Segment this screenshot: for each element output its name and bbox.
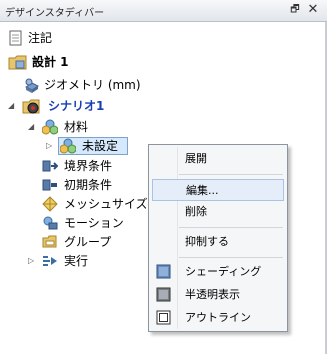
menu-label-translucent: 半透明表示 [185,288,240,301]
boundary-icon [42,158,59,174]
materials-icon [59,138,77,154]
menu-label-edit: 編集... [186,184,219,197]
tree-label-materials: 材料 [64,120,89,134]
tree-label-design: 設計 1 [32,55,69,69]
motion-icon [42,215,58,231]
collapse-arrow-icon[interactable]: ◢ [28,123,36,131]
panel-title: デザインスタディバー [5,8,105,19]
menu-separator [179,257,283,258]
tree-label-group: グループ [64,235,112,249]
menu-item-shading[interactable]: シェーディング [149,261,287,283]
group-icon [42,234,58,250]
menu-item-outline[interactable]: アウトライン [149,307,287,329]
menu-separator [179,227,283,228]
shading-icon [156,264,171,279]
collapse-arrow-icon[interactable]: ◢ [8,102,16,110]
expand-arrow-icon[interactable]: ▷ [46,142,54,150]
menu-label-shading: シェーディング [185,265,262,278]
tree-label-scenario: シナリオ1 [48,99,105,113]
menu-item-suppress[interactable]: 抑制する [149,231,287,253]
materials-icon [41,119,59,135]
run-icon [42,253,58,269]
menu-label-delete: 削除 [185,205,207,218]
panel-titlebar: デザインスタディバー 🗗 ✕ [0,0,327,22]
close-icon[interactable]: ✕ [306,3,320,17]
menu-label-outline: アウトライン [185,311,251,324]
mesh-icon [42,196,58,212]
menu-label-expand: 展開 [185,152,207,165]
design-icon [8,53,28,71]
scenario-icon [22,96,42,116]
restore-icon[interactable]: 🗗 [289,4,301,16]
tree-label-boundary: 境界条件 [64,159,113,173]
tree-label-unset: 未設定 [82,139,119,153]
tree-label-initial: 初期条件 [64,178,113,192]
tree-label-notes: 注記 [28,31,53,45]
expand-arrow-icon[interactable]: ▷ [28,257,36,265]
tree-label-motion: モーション [64,216,124,230]
tree-label-mesh: メッシュサイズ [64,197,148,211]
initial-condition-icon [42,177,58,193]
menu-label-suppress: 抑制する [185,235,229,248]
menu-item-expand[interactable]: 展開 [149,148,287,170]
menu-separator [179,174,283,175]
tree-label-run: 実行 [64,254,89,268]
tree-label-geometry: ジオメトリ (mm) [44,78,141,92]
menu-item-translucent[interactable]: 半透明表示 [149,284,287,306]
notes-icon [8,30,24,46]
geometry-icon [24,77,40,93]
menu-item-edit[interactable]: 編集... [152,179,284,201]
menu-item-delete[interactable]: 削除 [149,201,287,223]
context-menu: 展開 編集... 削除 抑制する シェーディング 半透明表示 アウトライン [148,144,288,332]
translucent-icon [156,287,171,302]
outline-icon [156,310,171,325]
